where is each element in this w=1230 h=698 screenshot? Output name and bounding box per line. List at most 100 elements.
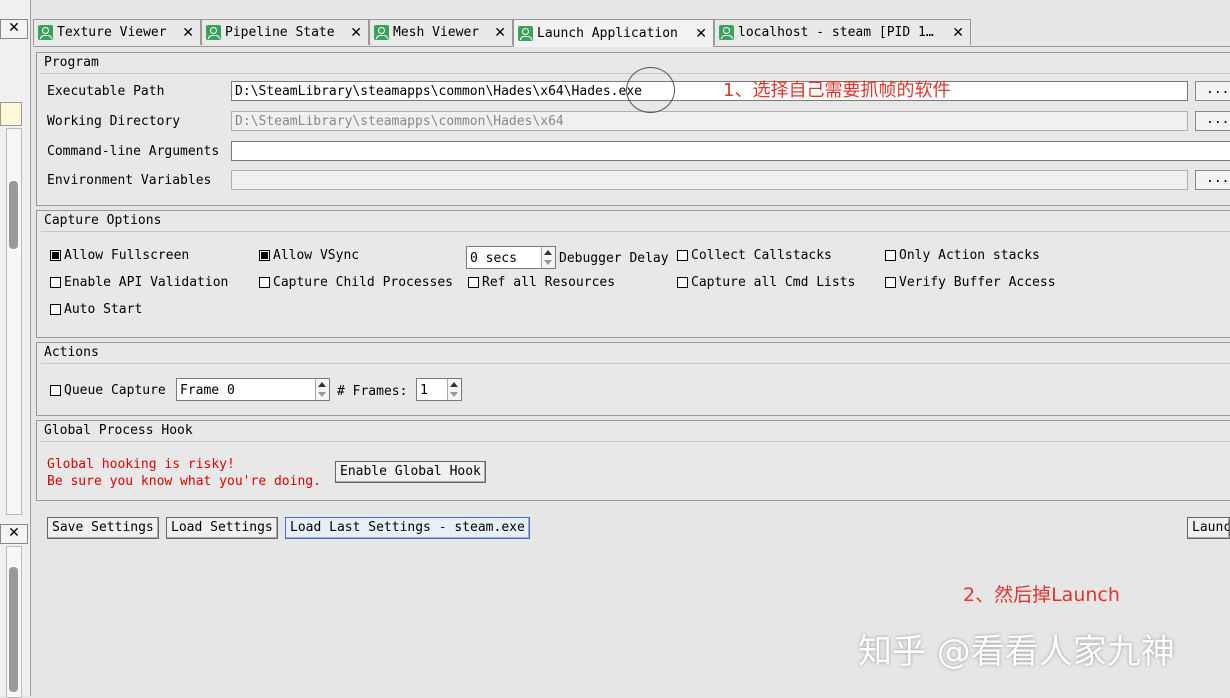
checkbox-checked-icon <box>259 250 270 261</box>
hook-warning-line1: Global hooking is risky! <box>47 457 235 472</box>
close-icon[interactable]: ✕ <box>494 25 506 41</box>
checkbox-icon <box>885 277 896 288</box>
checkbox-icon <box>677 250 688 261</box>
frames-count-spinbox[interactable]: 1 <box>416 378 462 401</box>
tab-icon <box>374 25 389 40</box>
group-title: Capture Options <box>44 213 162 228</box>
debugger-delay-spinbox[interactable]: 0 secs <box>466 246 556 269</box>
spinbox-value: Frame 0 <box>180 383 235 398</box>
annotation-circle <box>626 67 675 113</box>
spinbox-value: 1 <box>420 383 428 398</box>
divider <box>41 363 1230 364</box>
browse-workdir-button[interactable]: ... <box>1195 111 1230 131</box>
arrow-down-icon[interactable] <box>318 392 326 397</box>
close-icon[interactable]: ✕ <box>952 25 964 41</box>
working-directory-input[interactable]: D:\SteamLibrary\steamapps\common\Hades\x… <box>231 111 1188 131</box>
launch-button[interactable]: Launch <box>1187 517 1230 539</box>
tab-localhost-steam[interactable]: localhost - steam [PID 1… ✕ <box>714 19 971 45</box>
enable-global-hook-button[interactable]: Enable Global Hook <box>335 461 486 483</box>
tab-icon <box>719 25 734 40</box>
queue-frame-spinbox[interactable]: Frame 0 <box>176 378 330 401</box>
arrow-up-icon[interactable] <box>450 382 458 387</box>
checkbox-label: Queue Capture <box>64 383 166 398</box>
only-action-stacks-checkbox[interactable]: Only Action stacks <box>885 248 1040 263</box>
verify-buffer-access-checkbox[interactable]: Verify Buffer Access <box>885 275 1056 290</box>
executable-path-label: Executable Path <box>47 84 165 99</box>
browse-exe-button[interactable]: ... <box>1195 81 1230 101</box>
actions-group: Actions Queue Capture Frame 0 # Frames: … <box>36 342 1230 416</box>
allow-vsync-checkbox[interactable]: Allow VSync <box>259 248 359 263</box>
command-line-args-input[interactable] <box>231 141 1230 161</box>
checkbox-label: Ref all Resources <box>482 275 616 290</box>
checkbox-icon <box>677 277 688 288</box>
capture-options-group: Capture Options Allow Fullscreen Allow V… <box>36 210 1230 338</box>
checkbox-label: Auto Start <box>64 302 143 317</box>
tab-mesh-viewer[interactable]: Mesh Viewer ✕ <box>369 19 513 45</box>
collect-callstacks-checkbox[interactable]: Collect Callstacks <box>677 248 832 263</box>
checkbox-label: Capture all Cmd Lists <box>691 275 856 290</box>
queue-capture-checkbox[interactable]: Queue Capture <box>50 383 166 398</box>
close-icon[interactable]: ✕ <box>0 524 28 544</box>
environment-variables-label: Environment Variables <box>47 173 212 188</box>
annotation-step2: 2、然后掉Launch <box>963 584 1120 606</box>
annotation-step1: 1、选择自己需要抓帧的软件 <box>723 80 951 101</box>
close-icon[interactable]: ✕ <box>695 26 707 42</box>
checkbox-icon <box>885 250 896 261</box>
spinbox-value: 0 secs <box>470 251 517 266</box>
capture-child-processes-checkbox[interactable]: Capture Child Processes <box>259 275 453 290</box>
auto-start-checkbox[interactable]: Auto Start <box>50 302 142 317</box>
tab-icon <box>38 25 53 40</box>
scrollbar-thumb[interactable] <box>9 567 18 692</box>
arrow-up-icon[interactable] <box>544 250 552 255</box>
spinbox-arrows[interactable] <box>447 379 461 400</box>
checkbox-icon <box>259 277 270 288</box>
group-title: Global Process Hook <box>44 423 193 438</box>
save-settings-button[interactable]: Save Settings <box>47 517 159 539</box>
global-process-hook-group: Global Process Hook Global hooking is ri… <box>36 420 1230 501</box>
checkbox-icon <box>468 277 479 288</box>
load-settings-button[interactable]: Load Settings <box>166 517 278 539</box>
checkbox-label: Allow VSync <box>273 248 360 263</box>
frames-label: # Frames: <box>337 384 408 399</box>
checkbox-label: Enable API Validation <box>64 275 229 290</box>
checkbox-label: Capture Child Processes <box>273 275 454 290</box>
allow-fullscreen-checkbox[interactable]: Allow Fullscreen <box>50 248 189 263</box>
close-icon[interactable]: ✕ <box>0 19 28 39</box>
divider <box>41 231 1230 232</box>
checkbox-label: Allow Fullscreen <box>64 248 190 263</box>
checkbox-label: Collect Callstacks <box>691 248 832 263</box>
spinbox-arrows[interactable] <box>541 247 555 268</box>
close-icon[interactable]: ✕ <box>350 25 362 41</box>
tab-label: localhost - steam [PID 1… <box>738 25 934 40</box>
tab-pipeline-state[interactable]: Pipeline State ✕ <box>201 19 369 45</box>
left-scrollbar[interactable] <box>6 128 22 515</box>
arrow-up-icon[interactable] <box>318 382 326 387</box>
capture-all-cmd-lists-checkbox[interactable]: Capture all Cmd Lists <box>677 275 855 290</box>
working-directory-label: Working Directory <box>47 114 181 129</box>
tab-label: Mesh Viewer <box>393 25 480 40</box>
tab-launch-application[interactable]: Launch Application ✕ <box>513 19 714 47</box>
tab-label: Texture Viewer <box>57 25 167 40</box>
checkbox-checked-icon <box>50 250 61 261</box>
arrow-down-icon[interactable] <box>450 392 458 397</box>
hook-warning-line2: Be sure you know what you're doing. <box>47 474 321 489</box>
debugger-delay-label: Debugger Delay <box>559 251 669 266</box>
left-dock-panel: ✕ ✕ <box>0 0 31 698</box>
scrollbar-thumb[interactable] <box>9 181 18 249</box>
tab-texture-viewer[interactable]: Texture Viewer ✕ <box>33 19 201 45</box>
enable-api-validation-checkbox[interactable]: Enable API Validation <box>50 275 228 290</box>
tab-icon <box>206 25 221 40</box>
ref-all-resources-checkbox[interactable]: Ref all Resources <box>468 275 615 290</box>
close-icon[interactable]: ✕ <box>182 25 194 41</box>
group-title: Actions <box>44 345 99 360</box>
environment-variables-input[interactable] <box>231 170 1188 190</box>
arrow-down-icon[interactable] <box>544 260 552 265</box>
browse-env-button[interactable]: ... <box>1195 170 1230 190</box>
tab-label: Pipeline State <box>225 25 335 40</box>
spinbox-arrows[interactable] <box>315 379 329 400</box>
tab-icon <box>518 26 533 41</box>
left-scrollbar-lower[interactable] <box>6 546 22 698</box>
executable-path-input[interactable]: D:\SteamLibrary\steamapps\common\Hades\x… <box>231 81 1188 101</box>
load-last-settings-button[interactable]: Load Last Settings - steam.exe <box>285 517 530 539</box>
edit-icon[interactable] <box>0 102 22 126</box>
